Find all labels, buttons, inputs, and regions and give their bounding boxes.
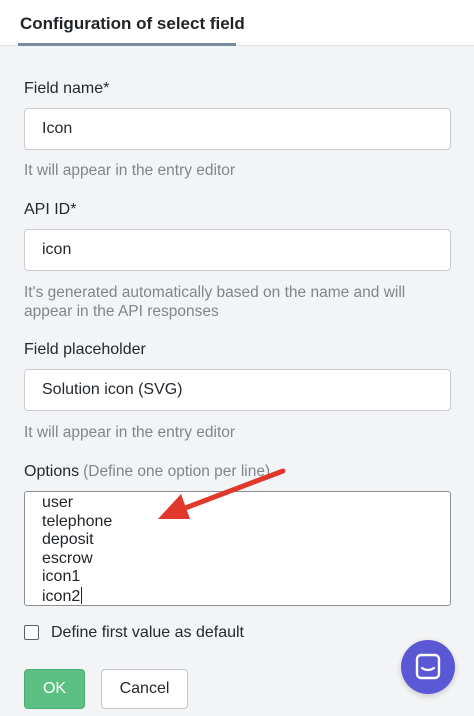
tab-label: Configuration of select field [20,14,245,33]
options-label-text: Options [24,463,80,480]
field-placeholder-input[interactable]: Solution icon (SVG) [24,369,451,411]
api-id-input[interactable]: icon [24,229,451,271]
option-line-text: icon2 [42,588,81,605]
tab-bar: Configuration of select field [0,0,474,46]
option-line: telephone [42,513,113,530]
cancel-button[interactable]: Cancel [101,669,188,709]
field-name-label: Field name* [24,80,110,97]
ok-button[interactable]: OK [24,669,85,709]
options-textarea[interactable]: user telephone deposit escrow icon1 icon… [24,491,451,606]
default-checkbox-label[interactable]: Define first value as default [51,624,244,642]
field-placeholder-label: Field placeholder [24,341,146,358]
options-label: Options (Define one option per line) [24,463,270,481]
api-id-label: API ID* [24,201,77,218]
field-name-help: It will appear in the entry editor [24,162,236,179]
api-id-help: It's generated automatically based on th… [24,284,406,320]
option-line: icon1 [42,568,81,585]
field-placeholder-help: It will appear in the entry editor [24,424,236,441]
chat-widget-button[interactable] [401,640,455,694]
field-name-input[interactable]: Icon [24,108,451,150]
chat-icon [415,653,441,680]
text-caret [81,587,83,604]
option-line: deposit [42,531,94,548]
tab-configuration[interactable]: Configuration of select field [18,0,245,46]
option-line-last: icon2 [42,587,83,605]
option-line: escrow [42,550,93,567]
options-hint: (Define one option per line) [83,463,271,480]
default-checkbox[interactable] [24,625,39,640]
option-line: user [42,494,74,511]
